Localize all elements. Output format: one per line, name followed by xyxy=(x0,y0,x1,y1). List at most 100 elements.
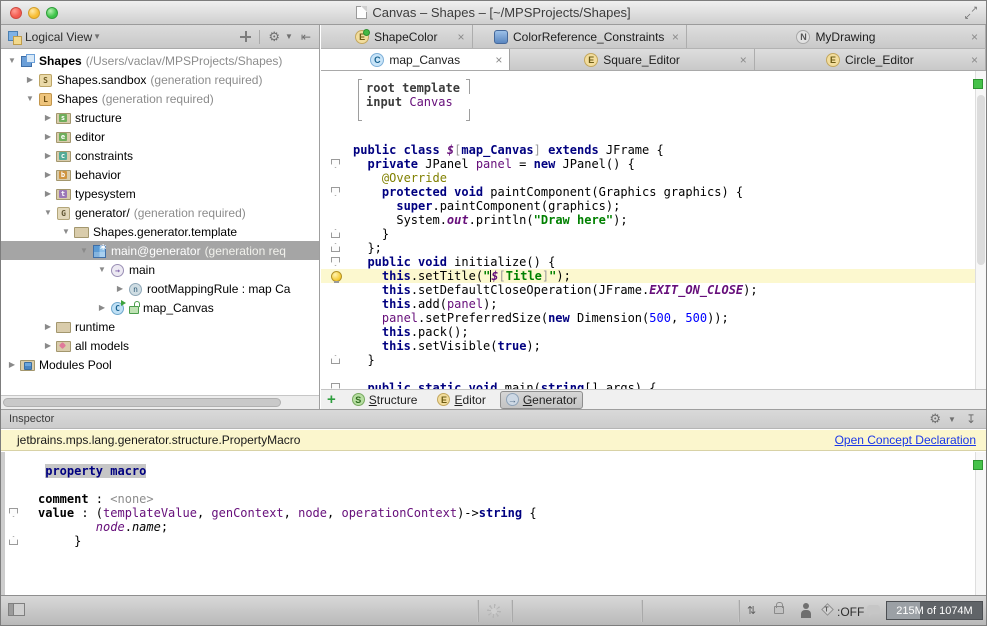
code-line[interactable] xyxy=(321,367,975,381)
chevron-expanded-icon[interactable]: ▼ xyxy=(78,246,90,255)
code-line[interactable]: value : (templateValue, genContext, node… xyxy=(5,506,975,520)
code-line[interactable]: node.name; xyxy=(5,520,975,534)
tree-item-all-models[interactable]: ▶all models xyxy=(1,336,319,355)
tree-item-shapes-sandbox[interactable]: ▶Shapes.sandbox (generation required) xyxy=(1,70,319,89)
chevron-collapsed-icon[interactable]: ▶ xyxy=(42,170,54,179)
code-line[interactable]: this.setVisible(true); xyxy=(321,339,975,353)
gear-icon[interactable]: ⚙ xyxy=(929,411,941,427)
gear-icon[interactable]: ⚙ xyxy=(268,29,280,45)
tree-item-shapes-generator-template[interactable]: ▼Shapes.generator.template xyxy=(1,222,319,241)
tree-item-editor[interactable]: ▶editor xyxy=(1,127,319,146)
code-editor[interactable]: root template input Canvas public class … xyxy=(321,71,986,389)
lock-icon[interactable] xyxy=(774,606,784,614)
aspect-tab-generator[interactable]: →Generator xyxy=(500,391,583,409)
code-line[interactable]: System.out.println("Draw here"); xyxy=(321,213,975,227)
chevron-collapsed-icon[interactable]: ▶ xyxy=(6,360,18,369)
inspector-vertical-scrollbar[interactable] xyxy=(975,452,986,597)
aspect-tab-structure[interactable]: SStructure xyxy=(346,391,424,409)
code-line[interactable]: this.setDefaultCloseOperation(JFrame.EXI… xyxy=(321,283,975,297)
chevron-expanded-icon[interactable]: ▼ xyxy=(96,265,108,274)
close-icon[interactable]: × xyxy=(971,54,978,66)
event-log-bubble-icon[interactable] xyxy=(867,605,880,614)
chevron-collapsed-icon[interactable]: ▶ xyxy=(42,189,54,198)
code-line[interactable]: public void initialize() { xyxy=(321,255,975,269)
fullscreen-icon[interactable]: ↗↙ xyxy=(964,6,978,20)
code-line[interactable]: this.setTitle("$[Title]"); xyxy=(321,269,975,283)
tab-map-canvas[interactable]: Cmap_Canvas× xyxy=(321,49,510,70)
chevron-expanded-icon[interactable]: ▼ xyxy=(24,94,36,103)
close-icon[interactable]: × xyxy=(971,31,978,43)
chevron-collapsed-icon[interactable]: ▶ xyxy=(42,113,54,122)
code-line[interactable]: protected void paintComponent(Graphics g… xyxy=(321,185,975,199)
chevron-collapsed-icon[interactable]: ▶ xyxy=(96,303,108,312)
inspector-editor[interactable]: property macro comment : <none>value : (t… xyxy=(1,452,986,597)
hide-panel-icon[interactable]: ⇤ xyxy=(301,30,311,44)
chevron-collapsed-icon[interactable]: ▶ xyxy=(114,284,126,293)
code-line[interactable] xyxy=(5,478,975,492)
code-line[interactable]: this.add(panel); xyxy=(321,297,975,311)
chevron-collapsed-icon[interactable]: ▶ xyxy=(42,341,54,350)
tree-item-rootmappingrule-map-ca[interactable]: ▶rootMappingRule : map Ca xyxy=(1,279,319,298)
tree-item-structure[interactable]: ▶structure xyxy=(1,108,319,127)
code-line[interactable]: public class $[map_Canvas] extends JFram… xyxy=(321,143,975,157)
code-line[interactable]: } xyxy=(321,227,975,241)
close-icon[interactable]: × xyxy=(672,31,679,43)
tree-item-behavior[interactable]: ▶behavior xyxy=(1,165,319,184)
editor-vertical-scrollbar[interactable] xyxy=(975,71,986,389)
chevron-collapsed-icon[interactable]: ▶ xyxy=(42,151,54,160)
code-line[interactable]: comment : <none> xyxy=(5,492,975,506)
code-line[interactable]: } xyxy=(5,534,975,548)
code-line[interactable]: panel.setPreferredSize(new Dimension(500… xyxy=(321,311,975,325)
tree-horizontal-scrollbar[interactable] xyxy=(1,395,319,409)
code-line[interactable]: public static void main(string[] args) { xyxy=(321,381,975,389)
intention-bulb-icon[interactable] xyxy=(331,271,340,280)
collapse-all-icon[interactable] xyxy=(240,31,251,42)
chevron-collapsed-icon[interactable]: ▶ xyxy=(42,132,54,141)
code-line[interactable]: }; xyxy=(321,241,975,255)
title-bar[interactable]: Canvas – Shapes – [~/MPSProjects/Shapes]… xyxy=(1,1,986,25)
chevron-collapsed-icon[interactable]: ▶ xyxy=(42,322,54,331)
line-position-arrows-icon[interactable]: ⇅ xyxy=(747,604,756,617)
toolwindow-toggle-icon[interactable] xyxy=(8,603,25,616)
scrollbar-thumb[interactable] xyxy=(3,398,281,407)
tree-item-shapes[interactable]: ▼Shapes (generation required) xyxy=(1,89,319,108)
tree-item-map-canvas[interactable]: ▶map_Canvas xyxy=(1,298,319,317)
tab-circle-editor[interactable]: ECircle_Editor× xyxy=(755,49,986,70)
tree-item-generator[interactable]: ▼generator/ (generation required) xyxy=(1,203,319,222)
code-line[interactable]: @Override xyxy=(321,171,975,185)
tree-item-shapes[interactable]: ▼Shapes (/Users/vaclav/MPSProjects/Shape… xyxy=(1,51,319,70)
tree-item-constraints[interactable]: ▶constraints xyxy=(1,146,319,165)
code-line[interactable]: private JPanel panel = new JPanel() { xyxy=(321,157,975,171)
tab-colorreference-constraints[interactable]: ColorReference_Constraints× xyxy=(473,25,687,48)
tree-item-runtime[interactable]: ▶runtime xyxy=(1,317,319,336)
tab-shapecolor[interactable]: EShapeColor× xyxy=(321,25,473,48)
view-selector[interactable]: Logical View ▼ xyxy=(1,25,107,48)
code-line[interactable]: this.pack(); xyxy=(321,325,975,339)
tab-mydrawing[interactable]: NMyDrawing× xyxy=(687,25,986,48)
typesystem-status[interactable]: :OFF xyxy=(837,605,864,619)
memory-indicator[interactable]: 215M of 1074M xyxy=(886,601,983,620)
chevron-expanded-icon[interactable]: ▼ xyxy=(42,208,54,217)
close-icon[interactable]: × xyxy=(458,31,465,43)
close-icon[interactable]: × xyxy=(495,54,502,66)
tab-square-editor[interactable]: ESquare_Editor× xyxy=(510,49,754,70)
code-line[interactable]: property macro xyxy=(5,464,975,478)
template-header-cell[interactable]: root template input Canvas xyxy=(358,79,470,121)
code-line[interactable]: } xyxy=(321,353,975,367)
tree-item-main[interactable]: ▼main xyxy=(1,260,319,279)
chevron-expanded-icon[interactable]: ▼ xyxy=(60,227,72,236)
tree-item-modules-pool[interactable]: ▶Modules Pool xyxy=(1,355,319,374)
highlighting-level-icon[interactable] xyxy=(800,603,813,619)
chevron-expanded-icon[interactable]: ▼ xyxy=(6,56,18,65)
add-aspect-button[interactable]: + xyxy=(327,392,336,407)
aspect-tab-editor[interactable]: EEditor xyxy=(431,391,491,409)
close-icon[interactable]: × xyxy=(740,54,747,66)
typesystem-icon[interactable]: T xyxy=(821,603,834,616)
chevron-collapsed-icon[interactable]: ▶ xyxy=(24,75,36,84)
dock-down-icon[interactable]: ↧ xyxy=(966,412,976,426)
open-concept-declaration-link[interactable]: Open Concept Declaration xyxy=(835,433,976,447)
code-line[interactable] xyxy=(321,129,975,143)
code-line[interactable]: super.paintComponent(graphics); xyxy=(321,199,975,213)
scrollbar-thumb[interactable] xyxy=(977,95,985,265)
tree-item-main-generator[interactable]: ▼main@generator (generation req xyxy=(1,241,319,260)
